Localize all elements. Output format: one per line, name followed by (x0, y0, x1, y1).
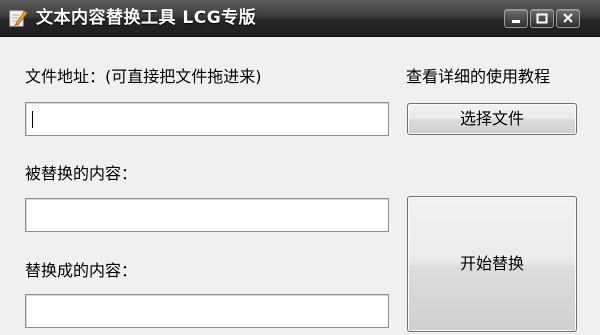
maximize-button[interactable] (530, 9, 554, 28)
window-title: 文本内容替换工具 LCG专版 (36, 8, 257, 28)
text-caret (32, 111, 33, 128)
find-text-input[interactable] (25, 198, 389, 232)
close-icon (563, 13, 573, 23)
minimize-button[interactable] (504, 9, 528, 28)
maximize-icon (536, 13, 548, 24)
app-window: 文本内容替换工具 LCG专版 文件地址：(可直接把文件拖进来) 查看详细的使用教… (0, 0, 600, 335)
file-path-label: 文件地址：(可直接把文件拖进来) (25, 67, 262, 86)
pencil-app-icon (8, 8, 28, 28)
help-tutorial-link[interactable]: 查看详细的使用教程 (406, 63, 550, 87)
close-button[interactable] (556, 9, 580, 28)
replace-text-label: 替换成的内容： (25, 261, 138, 280)
start-replace-button[interactable]: 开始替换 (407, 196, 577, 332)
select-file-button[interactable]: 选择文件 (407, 103, 577, 135)
title-bar[interactable]: 文本内容替换工具 LCG专版 (0, 0, 600, 37)
replace-text-input[interactable] (25, 294, 389, 328)
file-path-input[interactable] (25, 102, 389, 136)
find-text-label: 被替换的内容： (25, 164, 138, 183)
minimize-icon (512, 20, 520, 23)
